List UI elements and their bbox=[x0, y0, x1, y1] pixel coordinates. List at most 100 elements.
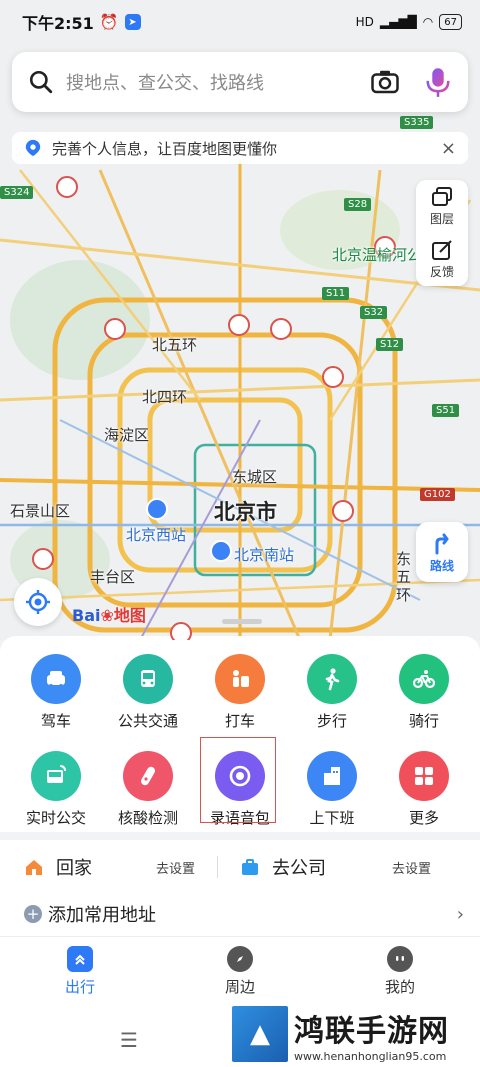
map-label-haidian: 海淀区 bbox=[104, 426, 150, 444]
layers-icon bbox=[431, 187, 452, 206]
highlight-box bbox=[200, 737, 276, 823]
baidu-logo-text: Bai bbox=[72, 606, 101, 625]
map-label-city: 北京市 bbox=[214, 500, 277, 524]
baidu-logo-map: 地图 bbox=[113, 606, 146, 625]
feature-label: 核酸检测 bbox=[117, 809, 178, 827]
poi-marker[interactable] bbox=[104, 318, 126, 340]
watermark-logo: ▲ bbox=[232, 1006, 288, 1062]
road-sign: S12 bbox=[376, 338, 404, 351]
battery-icon: 67 bbox=[439, 14, 462, 30]
feature-label: 步行 bbox=[316, 712, 347, 730]
status-bar: 下午2:51 ⏰ ➤ HD ▂▄▆█ ◠ 67 bbox=[0, 0, 480, 44]
road-sign: S28 bbox=[344, 198, 372, 211]
layers-label: 图层 bbox=[429, 212, 454, 226]
poi-marker[interactable] bbox=[32, 548, 54, 570]
watermark-text: 鸿联手游网 www.henanhonglian95.com bbox=[294, 1006, 449, 1063]
poi-marker[interactable] bbox=[56, 176, 78, 198]
feature-more[interactable]: 更多 bbox=[378, 751, 470, 828]
close-icon[interactable]: × bbox=[441, 138, 456, 159]
go-home-label[interactable]: 回家 bbox=[56, 854, 156, 880]
feature-commute[interactable]: 上下班 bbox=[286, 751, 378, 828]
network-label: HD bbox=[355, 15, 374, 29]
travel-icon bbox=[67, 946, 93, 972]
work-set-link[interactable]: 去设置 bbox=[392, 858, 431, 877]
home-icon bbox=[26, 860, 42, 875]
add-address-row[interactable]: + 添加常用地址 › bbox=[24, 900, 464, 928]
search-bar[interactable]: 搜地点、查公交、找路线 bbox=[12, 52, 468, 112]
poi-marker[interactable] bbox=[228, 314, 250, 336]
menu-icon[interactable]: ☰ bbox=[120, 1028, 138, 1052]
feature-taxi[interactable]: 打车 bbox=[194, 654, 286, 731]
road-sign: S32 bbox=[360, 306, 388, 319]
watermark: ▲ 鸿联手游网 www.henanhonglian95.com bbox=[232, 1005, 472, 1063]
chevron-right-icon: › bbox=[456, 903, 464, 925]
bike-icon bbox=[399, 654, 449, 704]
locate-icon bbox=[26, 590, 50, 614]
add-address-label: 添加常用地址 bbox=[48, 905, 156, 926]
feature-label: 上下班 bbox=[309, 809, 355, 827]
tab-label: 出行 bbox=[64, 978, 95, 996]
map-label-ring4: 北四环 bbox=[142, 388, 188, 406]
road-sign: S335 bbox=[400, 116, 434, 129]
map-label-west-station: 北京西站 bbox=[126, 526, 187, 544]
road-sign: S324 bbox=[0, 186, 34, 199]
bottom-tab-bar: 出行 周边 我的 bbox=[0, 936, 480, 1006]
route-button[interactable]: 路线 bbox=[416, 522, 468, 582]
tab-travel[interactable]: 出行 bbox=[0, 937, 160, 1006]
locate-button[interactable] bbox=[14, 578, 62, 626]
search-input[interactable]: 搜地点、查公交、找路线 bbox=[66, 69, 370, 95]
road-sign: S51 bbox=[432, 404, 460, 417]
poi-marker[interactable] bbox=[322, 366, 344, 388]
map-label-shijingshan: 石景山区 bbox=[10, 502, 71, 520]
divider bbox=[217, 856, 219, 878]
profile-notice[interactable]: 完善个人信息，让百度地图更懂你 × bbox=[12, 132, 468, 164]
walk-icon bbox=[307, 654, 357, 704]
microphone-icon[interactable] bbox=[424, 66, 452, 98]
feature-realtime-bus[interactable]: 实时公交 bbox=[10, 751, 102, 828]
station-marker[interactable] bbox=[210, 540, 232, 562]
feature-nucleic-test[interactable]: 核酸检测 bbox=[102, 751, 194, 828]
wifi-icon: ◠ bbox=[422, 15, 434, 29]
app-notification-icon: ➤ bbox=[124, 14, 141, 30]
compass-icon bbox=[227, 946, 253, 972]
baidu-logo: Bai❀地图 bbox=[72, 602, 146, 626]
road-sign: G102 bbox=[420, 488, 455, 501]
tab-label: 我的 bbox=[384, 978, 415, 996]
edit-icon bbox=[431, 240, 452, 260]
feature-transit[interactable]: 公共交通 bbox=[102, 654, 194, 731]
realtime-bus-icon bbox=[31, 751, 81, 801]
map-label-ring5: 北五环 bbox=[152, 336, 198, 354]
camera-icon[interactable] bbox=[370, 67, 400, 97]
test-tube-icon bbox=[123, 751, 173, 801]
go-work-label[interactable]: 去公司 bbox=[272, 854, 392, 880]
building-icon bbox=[307, 751, 357, 801]
station-marker[interactable] bbox=[146, 498, 168, 520]
drag-handle[interactable] bbox=[222, 619, 262, 624]
poi-marker[interactable] bbox=[270, 318, 292, 340]
address-row: 回家 去设置 去公司 去设置 bbox=[24, 852, 464, 882]
poi-marker[interactable] bbox=[170, 622, 192, 640]
feature-label: 打车 bbox=[224, 712, 255, 730]
tab-mine[interactable]: 我的 bbox=[320, 937, 480, 1006]
feature-bike[interactable]: 骑行 bbox=[378, 654, 470, 731]
map-label-east-ring: 东五环 bbox=[396, 550, 412, 604]
feature-label: 驾车 bbox=[40, 712, 71, 730]
profile-icon bbox=[387, 946, 413, 972]
feature-label: 实时公交 bbox=[25, 809, 86, 827]
home-set-link[interactable]: 去设置 bbox=[156, 858, 195, 877]
feature-drive[interactable]: 驾车 bbox=[10, 654, 102, 731]
tab-nearby[interactable]: 周边 bbox=[160, 937, 320, 1006]
map-label-dongcheng: 东城区 bbox=[232, 468, 278, 486]
taxi-icon bbox=[215, 654, 265, 704]
map-label-south-station: 北京南站 bbox=[234, 546, 295, 564]
alarm-icon: ⏰ bbox=[99, 13, 119, 31]
road-sign: S11 bbox=[322, 287, 350, 300]
watermark-url: www.henanhonglian95.com bbox=[294, 1049, 447, 1063]
poi-marker[interactable] bbox=[332, 500, 354, 522]
feature-walk[interactable]: 步行 bbox=[286, 654, 378, 731]
status-time: 下午2:51 bbox=[22, 14, 94, 33]
layers-button[interactable]: 图层 bbox=[430, 180, 454, 233]
map-side-tools: 图层 反馈 bbox=[416, 180, 468, 286]
feedback-button[interactable]: 反馈 bbox=[430, 233, 454, 286]
map-label-fengtai: 丰台区 bbox=[90, 568, 136, 586]
